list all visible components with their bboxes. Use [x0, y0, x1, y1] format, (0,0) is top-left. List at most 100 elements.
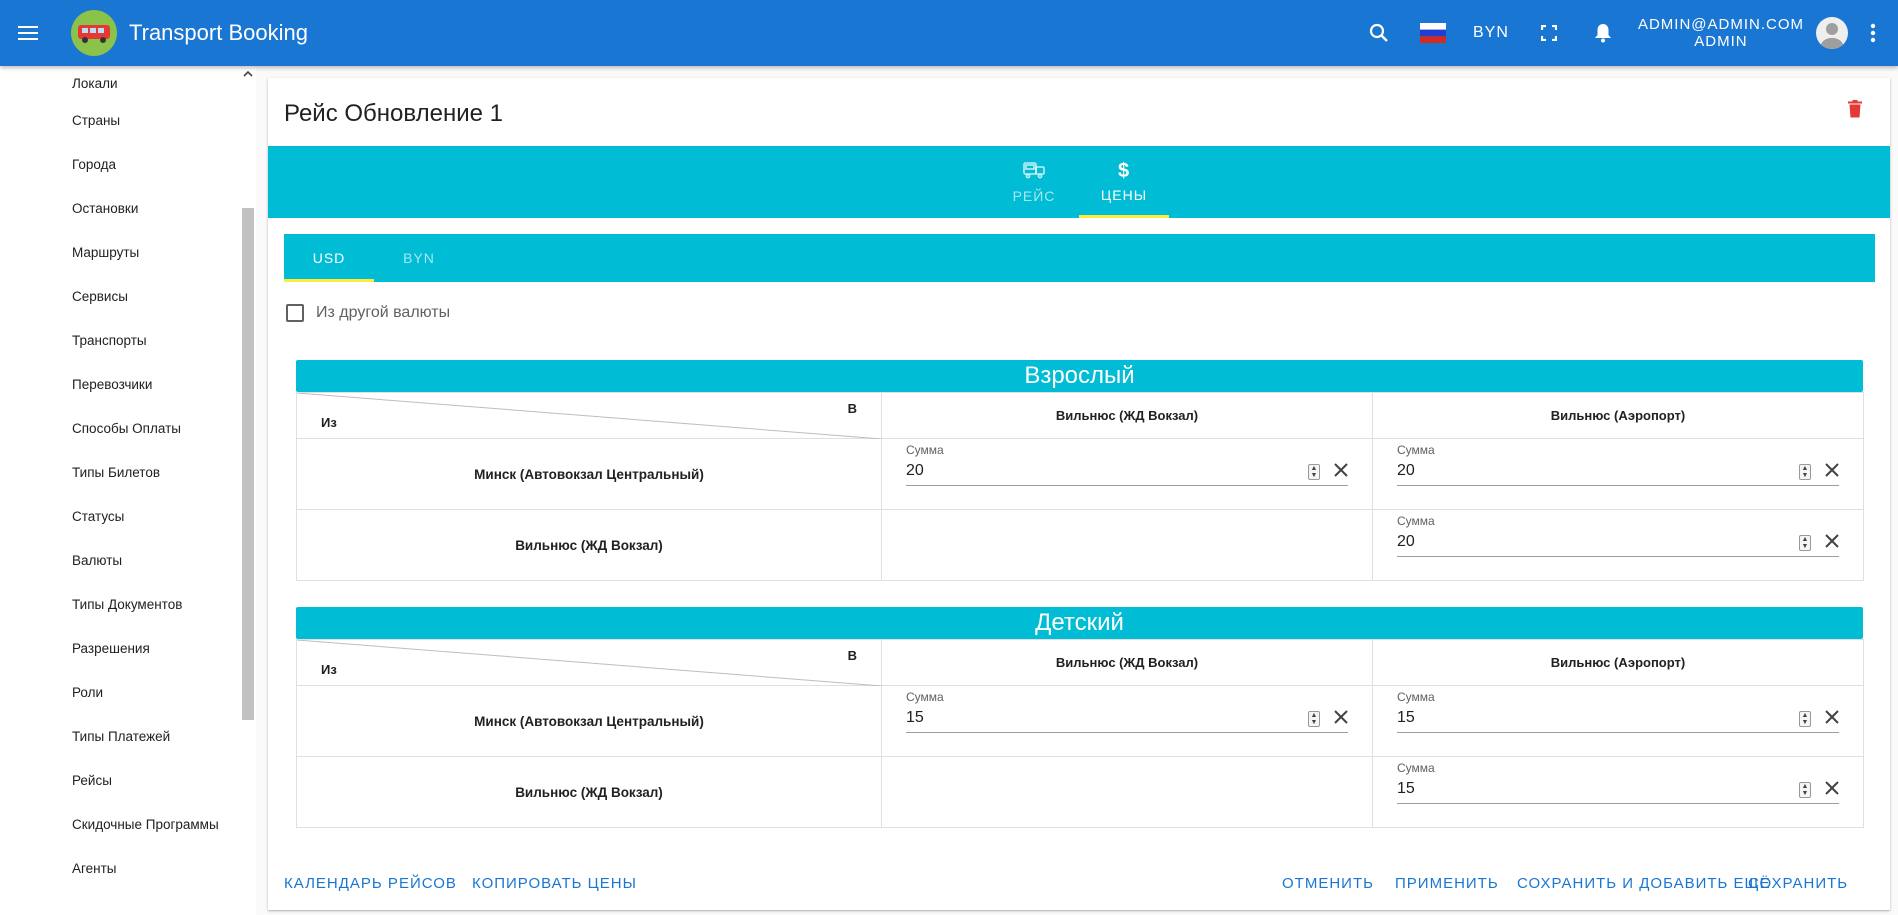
- sidebar-item-document-types[interactable]: Типы Документов: [0, 582, 256, 626]
- from-label: Из: [321, 662, 337, 677]
- notifications-icon[interactable]: [1576, 0, 1630, 66]
- user-role: ADMIN: [1694, 33, 1748, 50]
- main-tabs: РЕЙС $ ЦЕНЫ: [268, 146, 1890, 218]
- price-input[interactable]: 20 ▲ ▼: [1397, 457, 1839, 486]
- price-value: 15: [1397, 780, 1415, 797]
- app-bar: Transport Booking BYN ADMIN@ADMIN.COM AD…: [0, 0, 1898, 66]
- price-field-label: Сумма: [1397, 761, 1435, 775]
- sidebar-item-trips[interactable]: Рейсы: [0, 758, 256, 802]
- to-label: В: [847, 648, 857, 663]
- sidebar-item-cities[interactable]: Города: [0, 142, 256, 186]
- sidebar-item-locales[interactable]: Локали: [0, 66, 256, 98]
- clear-icon[interactable]: [1334, 463, 1348, 482]
- empty-cell: [881, 509, 1373, 581]
- language-flag-icon[interactable]: [1406, 0, 1460, 66]
- sidebar-item-payment-types[interactable]: Типы Платежей: [0, 714, 256, 758]
- row-header: Вильнюс (ЖД Вокзал): [296, 756, 882, 828]
- price-input[interactable]: 15 ▲ ▼: [906, 704, 1348, 733]
- price-section-adult: Взрослый В Из Вильнюс (ЖД Вокзал) Вильню…: [296, 360, 1864, 581]
- sidebar-item-payment-methods[interactable]: Способы Оплаты: [0, 406, 256, 450]
- from-other-currency-label[interactable]: Из другой валюты: [316, 304, 450, 322]
- currency-selector[interactable]: BYN: [1460, 0, 1522, 66]
- sidebar-item-transports[interactable]: Транспорты: [0, 318, 256, 362]
- number-spinner[interactable]: ▲ ▼: [1799, 464, 1811, 480]
- tab-trip[interactable]: РЕЙС: [989, 146, 1079, 218]
- scroll-up-arrow-icon[interactable]: [243, 70, 253, 81]
- empty-cell: [881, 756, 1373, 828]
- bus-icon: [1023, 161, 1045, 182]
- apply-button[interactable]: ПРИМЕНИТЬ: [1395, 864, 1499, 904]
- menu-icon[interactable]: [0, 0, 56, 66]
- to-label: В: [847, 401, 857, 416]
- clear-icon[interactable]: [1825, 534, 1839, 553]
- from-label: Из: [321, 415, 337, 430]
- sidebar-item-discount-programs[interactable]: Скидочные Программы: [0, 802, 256, 846]
- price-field: Сумма 20 ▲ ▼: [1397, 514, 1839, 557]
- tab-usd[interactable]: USD: [284, 234, 374, 282]
- table-row: Вильнюс (ЖД Вокзал) Сумма 20 ▲ ▼: [296, 509, 1864, 581]
- tab-trip-label: РЕЙС: [1012, 187, 1056, 204]
- page-title: Рейс Обновление 1: [284, 100, 503, 127]
- price-field-label: Сумма: [1397, 514, 1435, 528]
- more-vert-icon[interactable]: [1848, 0, 1898, 66]
- clear-icon[interactable]: [1825, 781, 1839, 800]
- cancel-button[interactable]: ОТМЕНИТЬ: [1282, 864, 1374, 904]
- tab-byn[interactable]: BYN: [374, 234, 464, 282]
- sidebar-item-roles[interactable]: Роли: [0, 670, 256, 714]
- column-header: Вильнюс (ЖД Вокзал): [881, 639, 1373, 686]
- search-icon[interactable]: [1352, 0, 1406, 66]
- price-field: Сумма 15 ▲ ▼: [1397, 761, 1839, 804]
- price-input[interactable]: 20 ▲ ▼: [906, 457, 1348, 486]
- fullscreen-icon[interactable]: [1522, 0, 1576, 66]
- number-spinner[interactable]: ▲ ▼: [1799, 535, 1811, 551]
- sidebar-item-statuses[interactable]: Статусы: [0, 494, 256, 538]
- sidebar-scrollbar[interactable]: [240, 66, 256, 915]
- number-spinner[interactable]: ▲ ▼: [1308, 464, 1320, 480]
- sidebar-item-services[interactable]: Сервисы: [0, 274, 256, 318]
- scrollbar-thumb[interactable]: [242, 208, 254, 720]
- column-header: Вильнюс (Аэропорт): [1372, 392, 1864, 439]
- number-spinner[interactable]: ▲ ▼: [1308, 711, 1320, 727]
- from-other-currency-checkbox[interactable]: [286, 304, 304, 322]
- sidebar-item-routes[interactable]: Маршруты: [0, 230, 256, 274]
- column-header: Вильнюс (Аэропорт): [1372, 639, 1864, 686]
- price-cell: Сумма 20 ▲ ▼: [1372, 438, 1864, 510]
- price-cell: Сумма 15 ▲ ▼: [1372, 756, 1864, 828]
- sidebar: Локали Страны Города Остановки Маршруты …: [0, 66, 256, 915]
- price-section-child: Детский В Из Вильнюс (ЖД Вокзал) Вильнюс…: [296, 607, 1864, 828]
- delete-icon[interactable]: [1848, 100, 1862, 123]
- price-value: 20: [1397, 462, 1415, 479]
- price-cell: Сумма 15 ▲ ▼: [881, 685, 1373, 757]
- sidebar-item-countries[interactable]: Страны: [0, 98, 256, 142]
- active-currency-indicator: [284, 279, 374, 282]
- clear-icon[interactable]: [1825, 463, 1839, 482]
- sidebar-item-stops[interactable]: Остановки: [0, 186, 256, 230]
- sidebar-item-permissions[interactable]: Разрешения: [0, 626, 256, 670]
- number-spinner[interactable]: ▲ ▼: [1799, 711, 1811, 727]
- price-input[interactable]: 15 ▲ ▼: [1397, 775, 1839, 804]
- clear-icon[interactable]: [1334, 710, 1348, 729]
- sidebar-item-agents[interactable]: Агенты: [0, 846, 256, 890]
- price-input[interactable]: 15 ▲ ▼: [1397, 704, 1839, 733]
- trip-calendar-button[interactable]: КАЛЕНДАРЬ РЕЙСОВ: [284, 864, 457, 904]
- price-value: 15: [1397, 709, 1415, 726]
- tab-prices[interactable]: $ ЦЕНЫ: [1079, 146, 1169, 218]
- copy-prices-button[interactable]: КОПИРОВАТЬ ЦЕНЫ: [472, 864, 637, 904]
- price-input[interactable]: 20 ▲ ▼: [1397, 528, 1839, 557]
- price-value: 20: [1397, 533, 1415, 550]
- price-value: 15: [906, 709, 924, 726]
- section-title: Взрослый: [296, 360, 1863, 392]
- sidebar-item-carriers[interactable]: Перевозчики: [0, 362, 256, 406]
- row-header: Минск (Автовокзал Центральный): [296, 438, 882, 510]
- number-spinner[interactable]: ▲ ▼: [1799, 782, 1811, 798]
- save-button[interactable]: СОХРАНИТЬ: [1748, 864, 1848, 904]
- app-logo: [71, 10, 117, 56]
- avatar[interactable]: [1816, 17, 1848, 49]
- sidebar-item-currencies[interactable]: Валюты: [0, 538, 256, 582]
- clear-icon[interactable]: [1825, 710, 1839, 729]
- row-header: Минск (Автовокзал Центральный): [296, 685, 882, 757]
- sidebar-item-ticket-types[interactable]: Типы Билетов: [0, 450, 256, 494]
- user-menu[interactable]: ADMIN@ADMIN.COM ADMIN: [1638, 16, 1848, 50]
- user-email: ADMIN@ADMIN.COM: [1637, 16, 1804, 33]
- save-and-add-button[interactable]: СОХРАНИТЬ И ДОБАВИТЬ ЕЩЁ: [1517, 864, 1771, 904]
